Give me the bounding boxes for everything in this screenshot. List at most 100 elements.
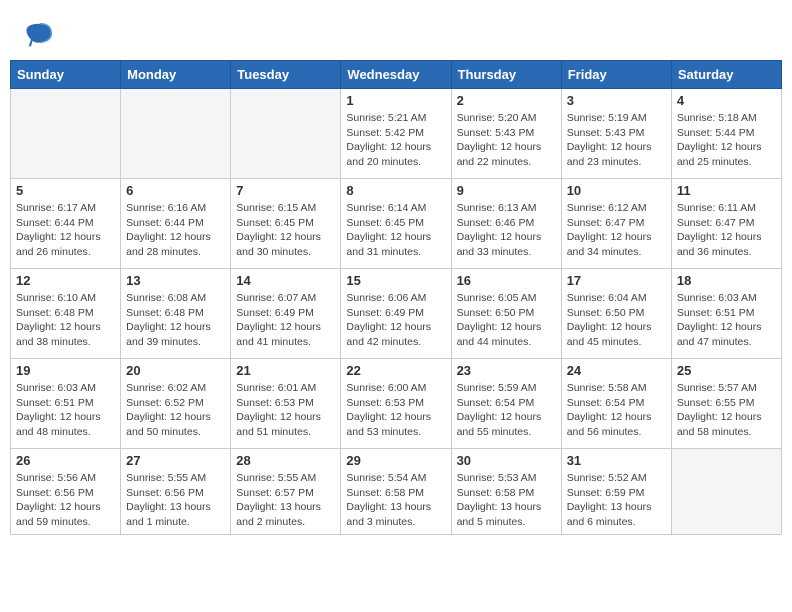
week-row-3: 12 Sunrise: 6:10 AM Sunset: 6:48 PM Dayli…	[11, 269, 782, 359]
day-header-sunday: Sunday	[11, 61, 121, 89]
day-info: Sunrise: 5:53 AM Sunset: 6:58 PM Dayligh…	[457, 471, 556, 530]
day-number: 25	[677, 363, 776, 378]
calendar-cell: 11Sunrise: 6:11 AM Sunset: 6:47 PM Dayli…	[671, 179, 781, 269]
day-info: Sunrise: 5:19 AM Sunset: 5:43 PM Dayligh…	[567, 111, 666, 170]
day-info: Sunrise: 6:10 AM Sunset: 6:48 PM Dayligh…	[16, 291, 115, 350]
day-number: 31	[567, 453, 666, 468]
day-info: Sunrise: 5:20 AM Sunset: 5:43 PM Dayligh…	[457, 111, 556, 170]
day-number: 2	[457, 93, 556, 108]
calendar-cell	[121, 89, 231, 179]
calendar-header-row: SundayMondayTuesdayWednesdayThursdayFrid…	[11, 61, 782, 89]
day-number: 8	[346, 183, 445, 198]
calendar-cell: 31 Sunrise: 5:52 AM Sunset: 6:59 PM Dayli…	[561, 449, 671, 535]
day-header-wednesday: Wednesday	[341, 61, 451, 89]
day-info: Sunrise: 6:15 AM Sunset: 6:45 PM Dayligh…	[236, 201, 335, 260]
calendar-cell: 17Sunrise: 6:04 AM Sunset: 6:50 PM Dayli…	[561, 269, 671, 359]
day-info: Sunrise: 6:07 AM Sunset: 6:49 PM Dayligh…	[236, 291, 335, 350]
day-number: 3	[567, 93, 666, 108]
day-info: Sunrise: 6:14 AM Sunset: 6:45 PM Dayligh…	[346, 201, 445, 260]
week-row-5: 26 Sunrise: 5:56 AM Sunset: 6:56 PM Dayli…	[11, 449, 782, 535]
day-header-monday: Monday	[121, 61, 231, 89]
calendar-cell: 24Sunrise: 5:58 AM Sunset: 6:54 PM Dayli…	[561, 359, 671, 449]
day-number: 9	[457, 183, 556, 198]
calendar-cell: 29 Sunrise: 5:54 AM Sunset: 6:58 PM Dayli…	[341, 449, 451, 535]
calendar-cell: 1Sunrise: 5:21 AM Sunset: 5:42 PM Daylig…	[341, 89, 451, 179]
day-number: 20	[126, 363, 225, 378]
day-number: 7	[236, 183, 335, 198]
calendar-cell: 19 Sunrise: 6:03 AM Sunset: 6:51 PM Dayli…	[11, 359, 121, 449]
calendar-table: SundayMondayTuesdayWednesdayThursdayFrid…	[10, 60, 782, 535]
calendar-cell: 12 Sunrise: 6:10 AM Sunset: 6:48 PM Dayli…	[11, 269, 121, 359]
calendar-cell: 10 Sunrise: 6:12 AM Sunset: 6:47 PM Dayli…	[561, 179, 671, 269]
calendar-cell: 25 Sunrise: 5:57 AM Sunset: 6:55 PM Dayli…	[671, 359, 781, 449]
day-info: Sunrise: 5:56 AM Sunset: 6:56 PM Dayligh…	[16, 471, 115, 530]
calendar-cell: 21 Sunrise: 6:01 AM Sunset: 6:53 PM Dayli…	[231, 359, 341, 449]
day-header-tuesday: Tuesday	[231, 61, 341, 89]
calendar-cell: 6 Sunrise: 6:16 AM Sunset: 6:44 PM Daylig…	[121, 179, 231, 269]
calendar-cell: 23 Sunrise: 5:59 AM Sunset: 6:54 PM Dayli…	[451, 359, 561, 449]
day-number: 22	[346, 363, 445, 378]
day-info: Sunrise: 5:55 AM Sunset: 6:57 PM Dayligh…	[236, 471, 335, 530]
day-number: 18	[677, 273, 776, 288]
calendar-cell: 7 Sunrise: 6:15 AM Sunset: 6:45 PM Daylig…	[231, 179, 341, 269]
day-number: 15	[346, 273, 445, 288]
day-number: 21	[236, 363, 335, 378]
calendar-cell: 8 Sunrise: 6:14 AM Sunset: 6:45 PM Daylig…	[341, 179, 451, 269]
day-number: 14	[236, 273, 335, 288]
calendar-cell: 27 Sunrise: 5:55 AM Sunset: 6:56 PM Dayli…	[121, 449, 231, 535]
day-header-saturday: Saturday	[671, 61, 781, 89]
calendar-cell: 14 Sunrise: 6:07 AM Sunset: 6:49 PM Dayli…	[231, 269, 341, 359]
day-info: Sunrise: 6:12 AM Sunset: 6:47 PM Dayligh…	[567, 201, 666, 260]
day-number: 19	[16, 363, 115, 378]
calendar-cell: 5 Sunrise: 6:17 AM Sunset: 6:44 PM Daylig…	[11, 179, 121, 269]
day-number: 16	[457, 273, 556, 288]
day-info: Sunrise: 5:57 AM Sunset: 6:55 PM Dayligh…	[677, 381, 776, 440]
calendar-cell: 30 Sunrise: 5:53 AM Sunset: 6:58 PM Dayli…	[451, 449, 561, 535]
day-number: 28	[236, 453, 335, 468]
day-number: 29	[346, 453, 445, 468]
day-number: 17	[567, 273, 666, 288]
day-info: Sunrise: 5:18 AM Sunset: 5:44 PM Dayligh…	[677, 111, 776, 170]
day-info: Sunrise: 6:02 AM Sunset: 6:52 PM Dayligh…	[126, 381, 225, 440]
day-info: Sunrise: 5:54 AM Sunset: 6:58 PM Dayligh…	[346, 471, 445, 530]
day-info: Sunrise: 6:03 AM Sunset: 6:51 PM Dayligh…	[16, 381, 115, 440]
day-number: 5	[16, 183, 115, 198]
day-info: Sunrise: 6:06 AM Sunset: 6:49 PM Dayligh…	[346, 291, 445, 350]
day-info: Sunrise: 6:17 AM Sunset: 6:44 PM Dayligh…	[16, 201, 115, 260]
calendar-cell: 3 Sunrise: 5:19 AM Sunset: 5:43 PM Daylig…	[561, 89, 671, 179]
logo-icon	[25, 20, 55, 50]
calendar-cell: 28 Sunrise: 5:55 AM Sunset: 6:57 PM Dayli…	[231, 449, 341, 535]
calendar-cell: 16 Sunrise: 6:05 AM Sunset: 6:50 PM Dayli…	[451, 269, 561, 359]
calendar-cell	[671, 449, 781, 535]
day-info: Sunrise: 6:13 AM Sunset: 6:46 PM Dayligh…	[457, 201, 556, 260]
week-row-1: 1Sunrise: 5:21 AM Sunset: 5:42 PM Daylig…	[11, 89, 782, 179]
day-number: 10	[567, 183, 666, 198]
day-info: Sunrise: 6:00 AM Sunset: 6:53 PM Dayligh…	[346, 381, 445, 440]
day-info: Sunrise: 6:11 AM Sunset: 6:47 PM Dayligh…	[677, 201, 776, 260]
calendar-cell: 22 Sunrise: 6:00 AM Sunset: 6:53 PM Dayli…	[341, 359, 451, 449]
week-row-4: 19 Sunrise: 6:03 AM Sunset: 6:51 PM Dayli…	[11, 359, 782, 449]
day-number: 12	[16, 273, 115, 288]
day-number: 30	[457, 453, 556, 468]
calendar-cell: 4Sunrise: 5:18 AM Sunset: 5:44 PM Daylig…	[671, 89, 781, 179]
calendar-cell: 15 Sunrise: 6:06 AM Sunset: 6:49 PM Dayli…	[341, 269, 451, 359]
day-info: Sunrise: 5:59 AM Sunset: 6:54 PM Dayligh…	[457, 381, 556, 440]
day-number: 13	[126, 273, 225, 288]
calendar-cell	[11, 89, 121, 179]
page-header	[10, 10, 782, 55]
day-header-thursday: Thursday	[451, 61, 561, 89]
day-info: Sunrise: 6:01 AM Sunset: 6:53 PM Dayligh…	[236, 381, 335, 440]
day-number: 23	[457, 363, 556, 378]
day-number: 27	[126, 453, 225, 468]
day-number: 26	[16, 453, 115, 468]
day-info: Sunrise: 5:55 AM Sunset: 6:56 PM Dayligh…	[126, 471, 225, 530]
day-info: Sunrise: 6:16 AM Sunset: 6:44 PM Dayligh…	[126, 201, 225, 260]
calendar-cell: 13Sunrise: 6:08 AM Sunset: 6:48 PM Dayli…	[121, 269, 231, 359]
week-row-2: 5 Sunrise: 6:17 AM Sunset: 6:44 PM Daylig…	[11, 179, 782, 269]
day-number: 6	[126, 183, 225, 198]
day-info: Sunrise: 6:05 AM Sunset: 6:50 PM Dayligh…	[457, 291, 556, 350]
day-info: Sunrise: 5:52 AM Sunset: 6:59 PM Dayligh…	[567, 471, 666, 530]
day-info: Sunrise: 6:03 AM Sunset: 6:51 PM Dayligh…	[677, 291, 776, 350]
calendar-cell: 9 Sunrise: 6:13 AM Sunset: 6:46 PM Daylig…	[451, 179, 561, 269]
calendar-cell	[231, 89, 341, 179]
